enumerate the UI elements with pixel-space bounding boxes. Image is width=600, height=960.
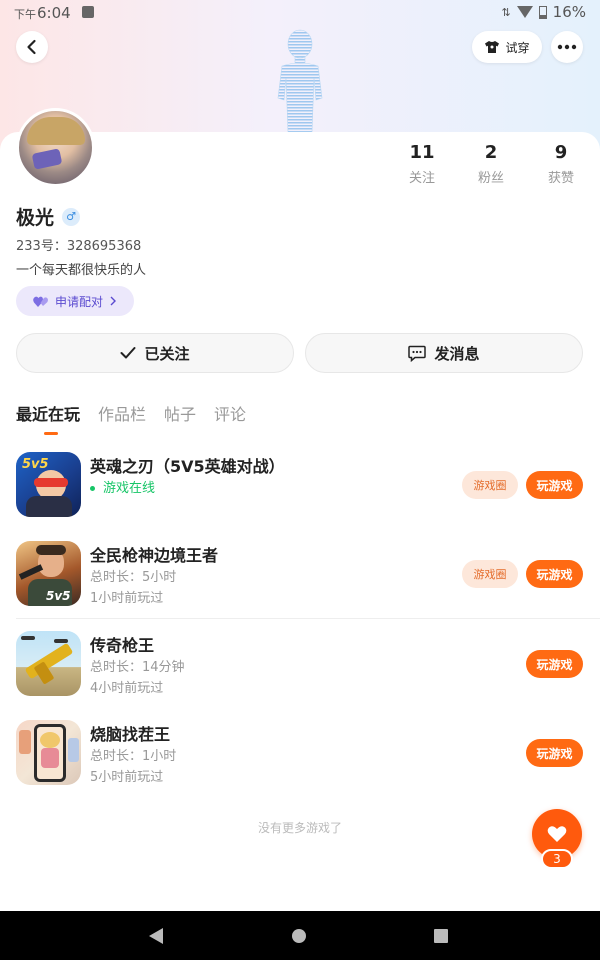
game-circle-button[interactable]: 游戏圈 bbox=[462, 560, 518, 588]
avatar-figure-icon bbox=[277, 29, 323, 132]
image-notification-icon bbox=[82, 6, 94, 18]
game-circle-button[interactable]: 游戏圈 bbox=[462, 471, 518, 499]
tab-comments[interactable]: 评论 bbox=[214, 401, 246, 435]
check-icon bbox=[120, 347, 136, 359]
status-right: ⇅ 16% bbox=[501, 3, 586, 21]
stat-fans-label: 粉丝 bbox=[477, 171, 504, 186]
back-arrow-icon bbox=[27, 39, 36, 55]
send-message-label: 发消息 bbox=[434, 344, 480, 363]
game-last-played: 4小时前玩过 bbox=[90, 681, 164, 696]
game-item[interactable]: 烧脑找茬王 总时长：1小时 5小时前玩过 玩游戏 bbox=[0, 720, 600, 790]
stat-likes[interactable]: 9 获赞 bbox=[531, 142, 591, 186]
play-game-button[interactable]: 玩游戏 bbox=[526, 650, 583, 678]
tab-bar: 最近在玩 作品栏 帖子 评论 bbox=[16, 401, 246, 435]
male-gender-icon: ♂ bbox=[62, 207, 81, 226]
play-game-button[interactable]: 玩游戏 bbox=[526, 739, 583, 767]
stat-fans[interactable]: 2 粉丝 bbox=[461, 142, 521, 186]
game-item[interactable]: 5v5 全民枪神边境王者 总时长：5小时 1小时前玩过 游戏圈 玩游戏 bbox=[0, 541, 600, 611]
game-item[interactable]: 5v5 英魂之刃（5V5英雄对战） 游戏在线 游戏圈 玩游戏 bbox=[0, 452, 600, 522]
back-button[interactable] bbox=[16, 31, 48, 63]
list-divider bbox=[16, 618, 600, 619]
user-bio: 一个每天都很快乐的人 bbox=[16, 263, 147, 278]
status-bar: 下午6:04 ⇅ 16% bbox=[0, 0, 600, 26]
wifi-icon bbox=[516, 6, 533, 18]
try-on-label: 试穿 bbox=[505, 40, 530, 55]
game-title: 英魂之刃（5V5英雄对战） bbox=[90, 457, 285, 476]
user-id: 233号：328695368 bbox=[16, 239, 142, 254]
nav-recents-icon[interactable] bbox=[434, 929, 448, 943]
stat-likes-label: 获赞 bbox=[547, 171, 574, 186]
game-icon: 5v5 bbox=[16, 541, 81, 606]
stat-following[interactable]: 11 关注 bbox=[392, 142, 452, 186]
game-icon bbox=[16, 631, 81, 696]
game-online-status: 游戏在线 bbox=[90, 477, 155, 496]
play-game-button[interactable]: 玩游戏 bbox=[526, 560, 583, 588]
user-name: 极光 bbox=[16, 207, 55, 229]
game-title: 传奇枪王 bbox=[90, 636, 155, 655]
like-count-badge: 3 bbox=[541, 849, 573, 869]
online-dot-icon bbox=[90, 486, 95, 491]
game-duration: 总时长：5小时 bbox=[90, 570, 177, 585]
game-duration: 总时长：14分钟 bbox=[90, 660, 185, 675]
stat-following-label: 关注 bbox=[408, 171, 435, 186]
user-avatar[interactable] bbox=[16, 108, 95, 187]
hearts-icon bbox=[33, 296, 48, 307]
signal-icon: ⇅ bbox=[501, 5, 511, 19]
heart-icon bbox=[547, 826, 567, 842]
name-row: 极光 ♂ bbox=[16, 203, 81, 230]
game-title: 烧脑找茬王 bbox=[90, 725, 171, 744]
battery-icon bbox=[538, 5, 547, 19]
followed-button[interactable]: 已关注 bbox=[16, 333, 294, 373]
status-time: 下午6:04 bbox=[14, 4, 71, 22]
battery-percent: 16% bbox=[552, 3, 586, 21]
no-more-games-text: 没有更多游戏了 bbox=[257, 821, 342, 835]
stat-likes-count: 9 bbox=[554, 142, 568, 163]
more-options-button[interactable] bbox=[551, 31, 583, 63]
tab-works[interactable]: 作品栏 bbox=[98, 401, 146, 435]
stat-fans-count: 2 bbox=[484, 142, 498, 163]
stat-following-count: 11 bbox=[409, 142, 435, 163]
game-title: 全民枪神边境王者 bbox=[90, 546, 219, 565]
tab-posts[interactable]: 帖子 bbox=[164, 401, 196, 435]
system-navigation-bar bbox=[0, 911, 600, 960]
game-duration: 总时长：1小时 bbox=[90, 749, 177, 764]
tab-recently-played[interactable]: 最近在玩 bbox=[16, 401, 80, 435]
nav-back-icon[interactable] bbox=[149, 928, 163, 944]
followed-label: 已关注 bbox=[144, 344, 190, 363]
more-icon bbox=[557, 44, 577, 50]
game-last-played: 1小时前玩过 bbox=[90, 591, 164, 606]
play-game-button[interactable]: 玩游戏 bbox=[526, 471, 583, 499]
chat-bubble-icon bbox=[408, 345, 427, 362]
game-last-played: 5小时前玩过 bbox=[90, 770, 164, 785]
send-message-button[interactable]: 发消息 bbox=[305, 333, 583, 373]
game-icon: 5v5 bbox=[16, 452, 81, 517]
try-on-button[interactable]: 试穿 bbox=[472, 31, 542, 63]
chevron-right-icon bbox=[110, 296, 116, 306]
request-pair-label: 申请配对 bbox=[54, 294, 103, 309]
game-icon bbox=[16, 720, 81, 785]
request-pair-button[interactable]: 申请配对 bbox=[16, 286, 134, 316]
game-item[interactable]: 传奇枪王 总时长：14分钟 4小时前玩过 玩游戏 bbox=[0, 631, 600, 701]
nav-home-icon[interactable] bbox=[292, 929, 306, 943]
tab-active-indicator bbox=[44, 432, 58, 435]
shirt-icon bbox=[485, 41, 500, 53]
